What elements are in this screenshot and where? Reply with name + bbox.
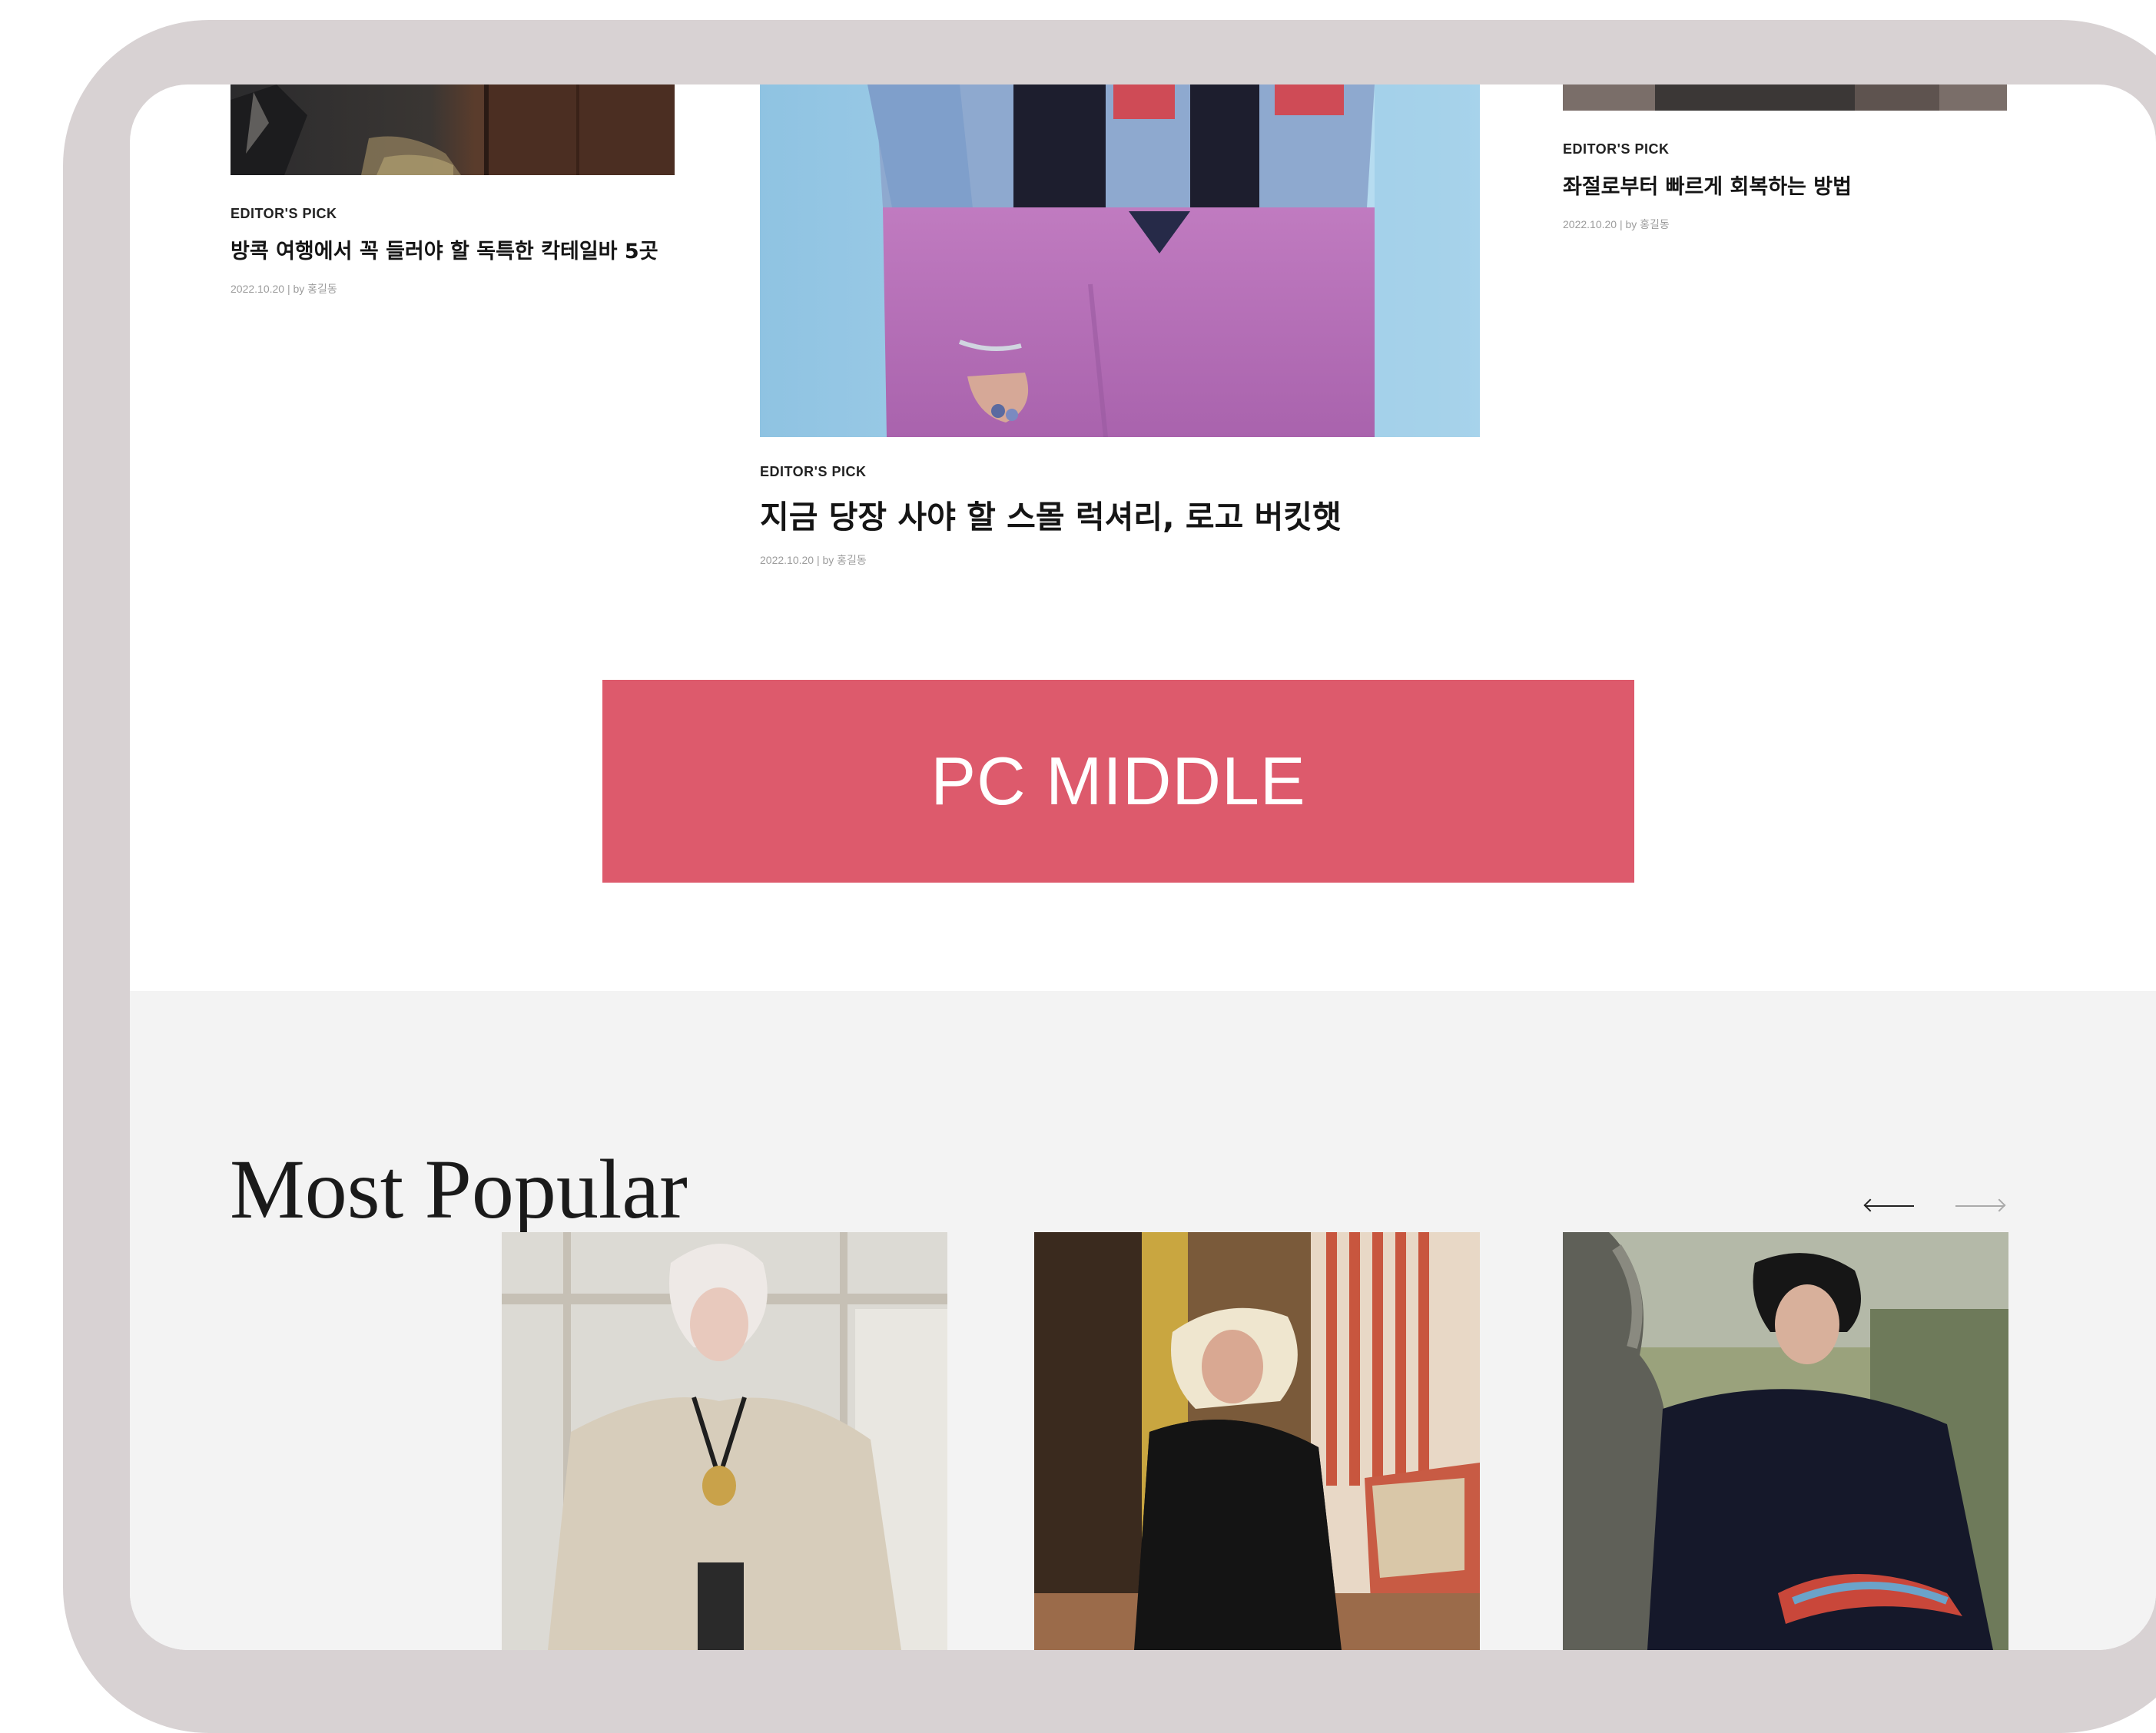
card-meta: 2022.10.20 | by 홍길동 (760, 554, 867, 566)
article-card-bangkok[interactable]: EDITOR'S PICK 방콕 여행에서 꼭 들러야 할 독특한 칵테일바 5… (231, 206, 692, 297)
most-popular-section: Most Popular (130, 991, 2156, 1650)
article-image (760, 84, 1480, 437)
card-title[interactable]: 좌절로부터 빠르게 회복하는 방법 (1563, 170, 2024, 200)
popular-thumbnail-2[interactable] (1034, 1232, 1480, 1650)
popular-thumbnail-1[interactable] (502, 1232, 947, 1650)
card-title[interactable]: 방콕 여행에서 꼭 들러야 할 독특한 칵테일바 5곳 (231, 234, 692, 264)
article-image (1563, 84, 2007, 111)
section-title: Most Popular (230, 1142, 688, 1236)
article-thumbnail-bangkok[interactable] (231, 84, 675, 175)
article-card-recovery[interactable]: EDITOR'S PICK 좌절로부터 빠르게 회복하는 방법 2022.10.… (1563, 141, 2024, 232)
screen: EDITOR'S PICK 방콕 여행에서 꼭 들러야 할 독특한 칵테일바 5… (130, 84, 2156, 1650)
popular-image (1563, 1232, 2008, 1650)
card-kicker: EDITOR'S PICK (1563, 141, 1670, 157)
ad-banner[interactable]: PC MIDDLE (602, 680, 1634, 883)
arrow-right-icon[interactable] (1955, 1197, 2006, 1215)
article-card-bucket-hat[interactable]: EDITOR'S PICK 지금 당장 사야 할 스몰 럭셔리, 로고 버킷햇 … (760, 464, 1528, 568)
arrow-left-icon[interactable] (1863, 1197, 1914, 1215)
popular-image (502, 1232, 947, 1650)
article-thumbnail-bucket-hat[interactable] (760, 84, 1480, 437)
card-title[interactable]: 지금 당장 사야 할 스몰 럭셔리, 로고 버킷햇 (760, 491, 1528, 537)
popular-thumbnail-3[interactable] (1563, 1232, 2008, 1650)
card-meta: 2022.10.20 | by 홍길동 (1563, 218, 1670, 230)
card-meta: 2022.10.20 | by 홍길동 (231, 283, 337, 295)
card-kicker: EDITOR'S PICK (231, 206, 337, 221)
article-image (231, 84, 675, 175)
popular-image (1034, 1232, 1480, 1650)
card-kicker: EDITOR'S PICK (760, 464, 867, 479)
article-thumbnail-recovery[interactable] (1563, 84, 2007, 111)
